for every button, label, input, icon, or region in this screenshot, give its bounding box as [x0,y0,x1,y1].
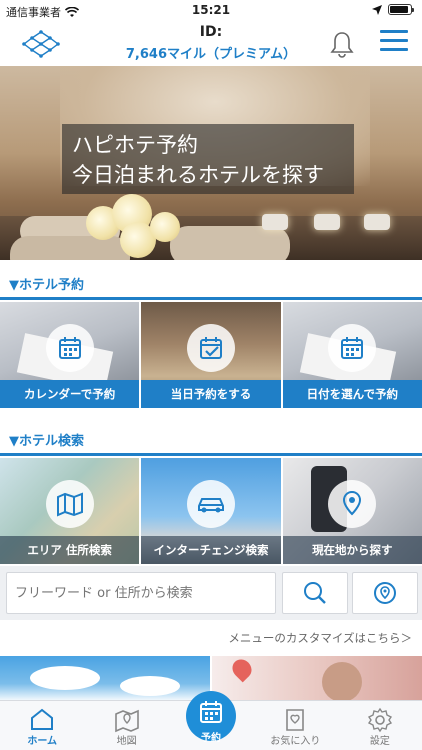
tab-settings[interactable]: 設定 [338,701,422,750]
bottom-tab-bar: ホーム 地図 予約 お気に入り 設定 [0,691,422,750]
tile-current-location-search[interactable]: 現在地から探す [282,458,422,564]
tab-label: 設定 [369,736,390,747]
location-pin-icon [328,480,377,528]
tab-favorites[interactable]: お気に入り [253,701,337,750]
location-search-icon [374,582,396,604]
tab-home[interactable]: ホーム [0,701,84,750]
hero-banner[interactable]: ハピホテ予約 今日泊まれるホテルを探す [0,66,422,260]
status-bar: 通信事業者 15:21 [0,0,422,22]
promo-banner-sky[interactable] [0,656,210,702]
calendar-icon [328,324,377,372]
tile-caption: カレンダーで予約 [0,380,140,408]
search-input[interactable] [6,572,276,614]
battery-icon [388,4,414,15]
tile-calendar-booking[interactable]: カレンダーで予約 [0,302,140,408]
tile-select-date-booking[interactable]: 日付を選んで予約 [282,302,422,408]
location-arrow-icon [372,4,382,15]
tile-caption: 現在地から探す [282,536,422,564]
map-icon [45,480,94,528]
status-right [372,4,414,15]
booking-heading-label: ▼ホテル予約 [9,278,84,293]
car-icon [186,480,235,528]
account-id-label: ID: [199,24,223,40]
customize-menu-link[interactable]: メニューのカスタマイズはこちら＞ [228,630,412,646]
gear-icon [367,707,392,733]
tab-label: 地図 [116,736,137,747]
promo-banner-couple[interactable] [212,656,422,702]
tab-reservation[interactable]: 予約 [169,691,253,750]
app-header: ID: 7,646マイル（プレミアム） [0,22,422,66]
status-time: 15:21 [191,3,231,17]
search-section-heading: ▼ホテル検索 [0,420,422,456]
tile-same-day-booking[interactable]: 当日予約をする [141,302,281,408]
account-info: ID: 7,646マイル（プレミアム） [0,24,422,62]
hamburger-menu-button[interactable] [380,30,408,58]
tile-interchange-search[interactable]: インターチェンジ検索 [141,458,281,564]
search-icon [304,582,326,604]
booking-section-heading: ▼ホテル予約 [0,264,422,300]
tab-label: 予約 [201,733,222,744]
search-bar [0,566,422,620]
calendar-check-icon [186,324,235,372]
hero-title: ハピホテ予約 [72,133,198,157]
search-button[interactable] [282,572,348,614]
search-heading-label: ▼ホテル検索 [9,434,84,449]
tile-caption: エリア 住所検索 [0,536,140,564]
tab-map[interactable]: 地図 [84,701,168,750]
tile-caption: 当日予約をする [141,380,281,408]
booking-tiles: カレンダーで予約 当日予約をする 日付を選んで予約 [0,302,422,408]
account-miles: 7,646マイル（プレミアム） [125,47,297,62]
map-icon [114,709,139,733]
home-icon [31,708,54,730]
hero-subtitle: 今日泊まれるホテルを探す [72,163,324,187]
tile-caption: インターチェンジ検索 [141,536,281,564]
tab-label: お気に入り [270,736,321,747]
bell-icon[interactable] [328,30,356,58]
tile-caption: 日付を選んで予約 [282,380,422,408]
hero-caption: ハピホテ予約 今日泊まれるホテルを探す [62,124,354,194]
calendar-icon [200,701,223,723]
favorite-book-icon [286,709,305,731]
tile-area-search[interactable]: エリア 住所検索 [0,458,140,564]
tab-label: ホーム [27,736,58,747]
calendar-icon [45,324,94,372]
search-tiles: エリア 住所検索 インターチェンジ検索 現在地から探す [0,458,422,564]
map-search-button[interactable] [352,572,418,614]
